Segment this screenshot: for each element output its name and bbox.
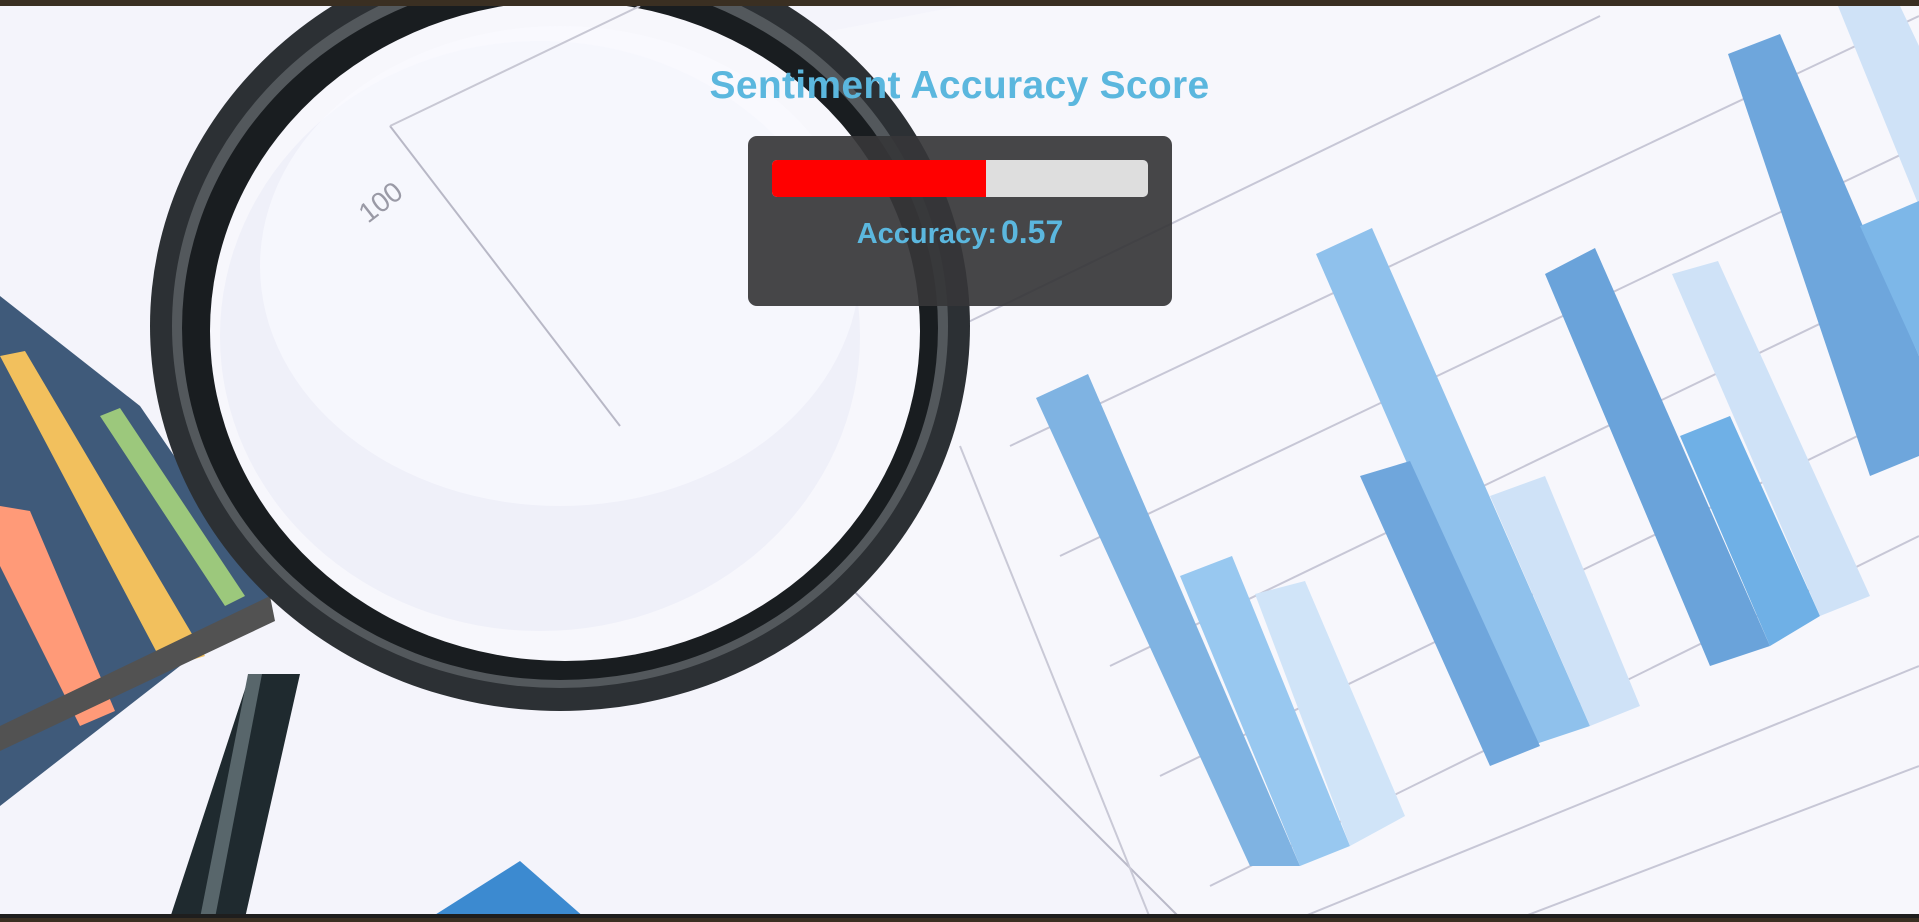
accuracy-value: 0.57 bbox=[1000, 214, 1064, 250]
accuracy-panel: Accuracy: 0.57 bbox=[748, 136, 1172, 306]
accuracy-progress-bar bbox=[772, 160, 1148, 197]
page-title: Sentiment Accuracy Score bbox=[709, 64, 1210, 107]
accuracy-label: Accuracy: bbox=[856, 218, 997, 250]
accuracy-readout: Accuracy: 0.57 bbox=[748, 214, 1172, 251]
accuracy-progress-fill bbox=[772, 160, 987, 197]
bottom-edge bbox=[0, 914, 1919, 918]
